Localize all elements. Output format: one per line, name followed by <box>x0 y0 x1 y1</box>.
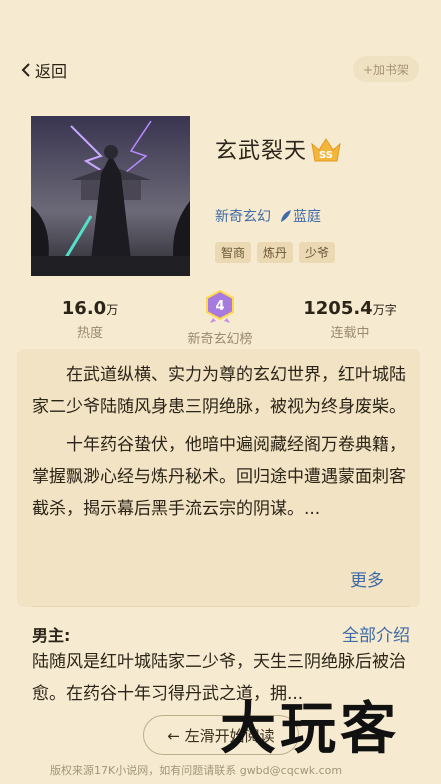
copyright-text: 版权来源17K小说网，如有问题请联系 gwbd@cqcwk.com <box>50 764 343 777</box>
heat-unit: 万 <box>106 303 119 317</box>
word-count-value: 1205.4 <box>303 298 373 319</box>
word-count-unit: 万字 <box>372 303 397 317</box>
rank-label: 新奇玄幻榜 <box>187 332 253 347</box>
book-cover-image[interactable] <box>31 116 190 276</box>
title-row: 玄武裂天 SS <box>215 133 343 165</box>
description-text: 在武道纵横、实力为尊的玄幻世界，红叶城陆家二少爷陆随风身患三阴绝脉，被视为终身废… <box>32 359 408 525</box>
ss-crown-badge-icon: SS <box>311 138 341 162</box>
tag-list: 智商 炼丹 少爷 <box>215 242 341 263</box>
word-count-stat: 1205.4万字 连载中 <box>290 298 410 341</box>
heat-label: 热度 <box>76 326 103 341</box>
tag-item[interactable]: 炼丹 <box>257 242 294 263</box>
category-link[interactable]: 新奇玄幻 <box>215 206 271 226</box>
rank-badge-text: SS <box>319 150 333 161</box>
book-title: 玄武裂天 <box>215 139 308 164</box>
watermark-logo: 大玩客 <box>220 697 400 762</box>
back-button[interactable]: 返回 <box>20 58 67 82</box>
heat-stat: 16.0万 热度 <box>50 298 130 341</box>
tag-item[interactable]: 智商 <box>215 242 252 263</box>
back-label: 返回 <box>35 62 68 81</box>
description-paragraph: 在武道纵横、实力为尊的玄幻世界，红叶城陆家二少爷陆随风身患三阴绝脉，被视为终身废… <box>32 365 406 417</box>
more-link[interactable]: 更多 <box>350 566 384 591</box>
divider <box>32 606 410 607</box>
add-to-shelf-button[interactable]: +加书架 <box>352 56 419 82</box>
feather-icon <box>281 210 291 222</box>
protagonist-heading: 男主: <box>32 626 71 645</box>
top-bar: 返回 +加书架 <box>0 54 441 84</box>
status-label: 连载中 <box>330 326 370 341</box>
heat-value: 16.0 <box>61 298 107 319</box>
rank-stat[interactable]: 4 新奇玄幻榜 <box>170 289 270 347</box>
description-paragraph: 十年药谷蛰伏，他暗中遍阅藏经阁万卷典籍，掌握飘渺心经与炼丹秘术。回归途中遭遇蒙面… <box>32 435 406 519</box>
tag-item[interactable]: 少爷 <box>299 242 336 263</box>
rank-medal-icon: 4 <box>206 289 234 323</box>
rank-number: 4 <box>215 299 224 314</box>
chevron-left-icon <box>21 63 30 77</box>
full-intro-link[interactable]: 全部介绍 <box>342 621 410 646</box>
book-meta: 新奇玄幻 蓝庭 <box>215 206 321 226</box>
channel-link[interactable]: 蓝庭 <box>293 206 321 226</box>
